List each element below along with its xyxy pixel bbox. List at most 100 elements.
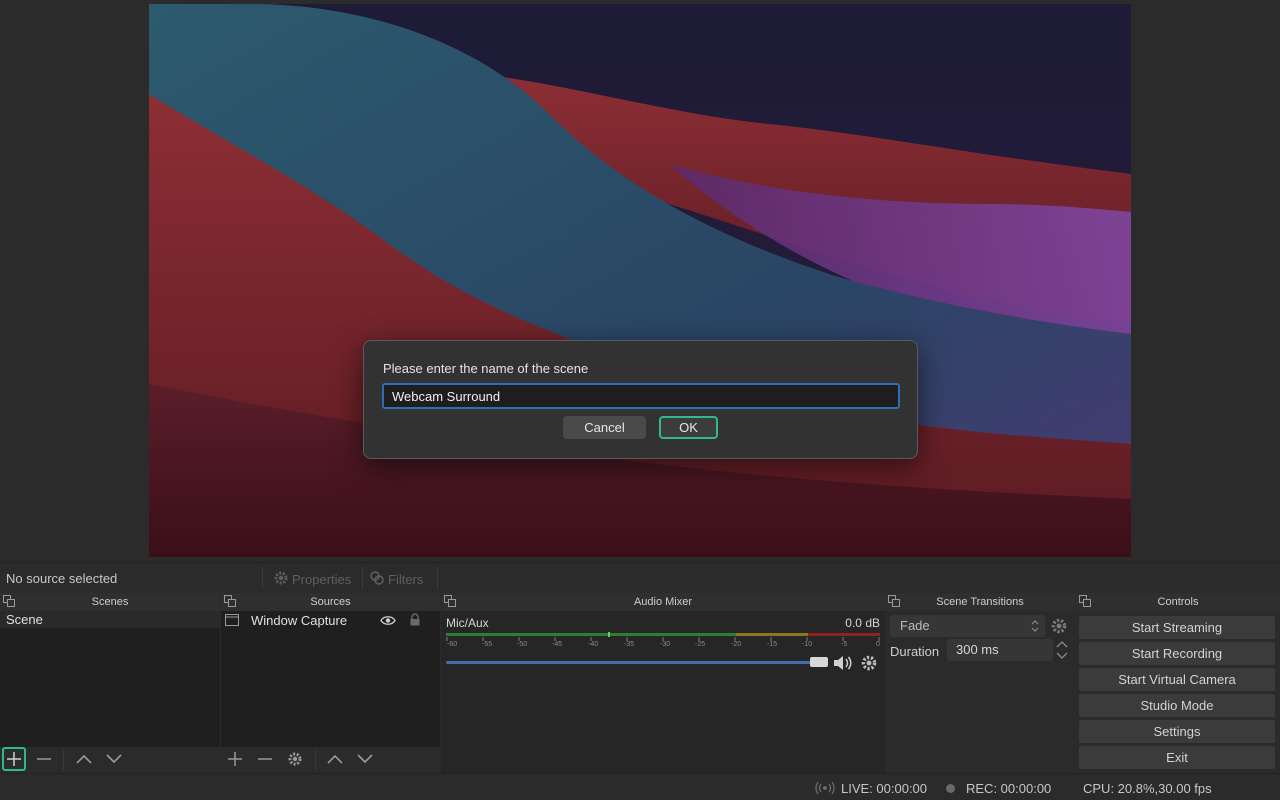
cancel-button[interactable]: Cancel [563, 416, 646, 439]
divider [262, 567, 263, 589]
volume-slider-track[interactable] [446, 661, 818, 664]
gear-icon[interactable] [1050, 617, 1068, 635]
exit-button[interactable]: Exit [1079, 746, 1275, 769]
scenes-title: Scenes [0, 593, 220, 611]
cpu-fps-readout: CPU: 20.8%,30.00 fps [1083, 781, 1212, 796]
minus-icon [258, 758, 272, 760]
scene-item[interactable]: Scene [0, 611, 220, 628]
controls-title: Controls [1076, 593, 1280, 611]
tick-label: -50 [517, 641, 528, 648]
tick-label: -45 [552, 641, 563, 648]
chevron-up-icon [327, 754, 343, 764]
tick-label: -40 [588, 641, 599, 648]
sources-title: Sources [221, 593, 440, 611]
move-source-down-button[interactable] [353, 747, 377, 771]
plus-icon [7, 752, 21, 766]
status-bar: LIVE: 00:00:00 REC: 00:00:00 CPU: 20.8%,… [0, 773, 1280, 800]
tick-label: -55 [482, 641, 493, 648]
chevron-up-icon [76, 754, 92, 764]
transition-select[interactable]: Fade [890, 615, 1045, 637]
live-timer: LIVE: 00:00:00 [841, 781, 928, 796]
tick-label: -25 [695, 641, 706, 648]
duration-stepper-icon[interactable] [1055, 639, 1069, 661]
start-streaming-button[interactable]: Start Streaming [1079, 616, 1275, 639]
gear-icon[interactable] [860, 654, 878, 672]
start-virtual-camera-button[interactable]: Start Virtual Camera [1079, 668, 1275, 691]
wallpaper-image [149, 4, 1131, 557]
tick-label: -15 [767, 641, 778, 648]
speaker-icon[interactable] [832, 654, 854, 672]
move-scene-down-button[interactable] [102, 747, 126, 771]
volume-slider-handle[interactable] [810, 657, 828, 667]
tick-label: 0 [876, 641, 880, 648]
filter-icon [369, 570, 385, 589]
divider [63, 750, 64, 770]
scenes-dock: Scenes Scene [0, 593, 220, 773]
source-item[interactable]: Window Capture [221, 612, 440, 629]
filters-button[interactable]: Filters [369, 570, 423, 589]
context-bar: No source selected Properties Filters [0, 562, 1280, 592]
undock-icon[interactable] [3, 595, 15, 607]
eye-icon[interactable] [380, 615, 396, 626]
tick-label: -5 [841, 641, 848, 648]
sources-dock: Sources Window Capture [221, 593, 440, 773]
source-properties-button[interactable] [283, 747, 307, 771]
ok-button[interactable]: OK [659, 416, 718, 439]
broadcast-icon [815, 781, 835, 795]
record-indicator-icon [946, 784, 955, 793]
window-icon [225, 614, 239, 626]
undock-icon[interactable] [888, 595, 900, 607]
scene-name-input[interactable] [382, 383, 900, 409]
tick-label: -60 [447, 641, 458, 648]
rec-timer: REC: 00:00:00 [966, 781, 1052, 796]
divider [315, 750, 316, 770]
scenes-list[interactable]: Scene [0, 611, 220, 747]
undock-icon[interactable] [444, 595, 456, 607]
duration-label: Duration [890, 644, 940, 659]
chevron-down-icon [106, 754, 122, 764]
duration-input[interactable]: 300 ms [947, 639, 1053, 661]
scenes-toolbar [0, 747, 220, 773]
lock-icon[interactable] [409, 613, 421, 626]
preview-area [0, 0, 1280, 562]
move-scene-up-button[interactable] [72, 747, 96, 771]
program-preview[interactable] [149, 4, 1131, 557]
add-source-button[interactable] [223, 747, 247, 771]
transition-select-value: Fade [900, 618, 930, 633]
select-arrows-icon [1031, 620, 1039, 632]
add-scene-button[interactable] [2, 747, 26, 771]
meter-green-segment [446, 633, 736, 636]
undock-icon[interactable] [224, 595, 236, 607]
studio-mode-button[interactable]: Studio Mode [1079, 694, 1275, 717]
tick-label: -35 [624, 641, 635, 648]
channel-name: Mic/Aux [446, 616, 489, 630]
tick-label: -20 [731, 641, 742, 648]
gear-icon [273, 570, 289, 589]
tick-label: -30 [660, 641, 671, 648]
minus-icon [37, 758, 51, 760]
channel-level: 0.0 dB [845, 616, 880, 630]
scene-transitions-title: Scene Transitions [885, 593, 1075, 611]
properties-label: Properties [292, 572, 352, 587]
meter-ticks [446, 637, 880, 641]
sources-toolbar [221, 747, 440, 773]
source-item-label: Window Capture [251, 613, 348, 628]
divider [362, 567, 363, 589]
no-source-label: No source selected [6, 571, 118, 586]
move-source-up-button[interactable] [323, 747, 347, 771]
filters-label: Filters [388, 572, 424, 587]
settings-button[interactable]: Settings [1079, 720, 1275, 743]
gear-icon [288, 752, 302, 766]
start-recording-button[interactable]: Start Recording [1079, 642, 1275, 665]
remove-scene-button[interactable] [32, 747, 56, 771]
tick-label: -10 [802, 641, 813, 648]
undock-icon[interactable] [1079, 595, 1091, 607]
audio-mixer-title: Audio Mixer [441, 593, 885, 611]
meter-yellow-segment [736, 633, 808, 636]
sources-list[interactable]: Window Capture [221, 611, 440, 747]
dialog-prompt: Please enter the name of the scene [383, 361, 589, 376]
scene-transitions-dock: Scene Transitions Fade Duration 300 ms [885, 593, 1075, 773]
remove-source-button[interactable] [253, 747, 277, 771]
divider [437, 567, 438, 589]
properties-button[interactable]: Properties [273, 570, 351, 589]
